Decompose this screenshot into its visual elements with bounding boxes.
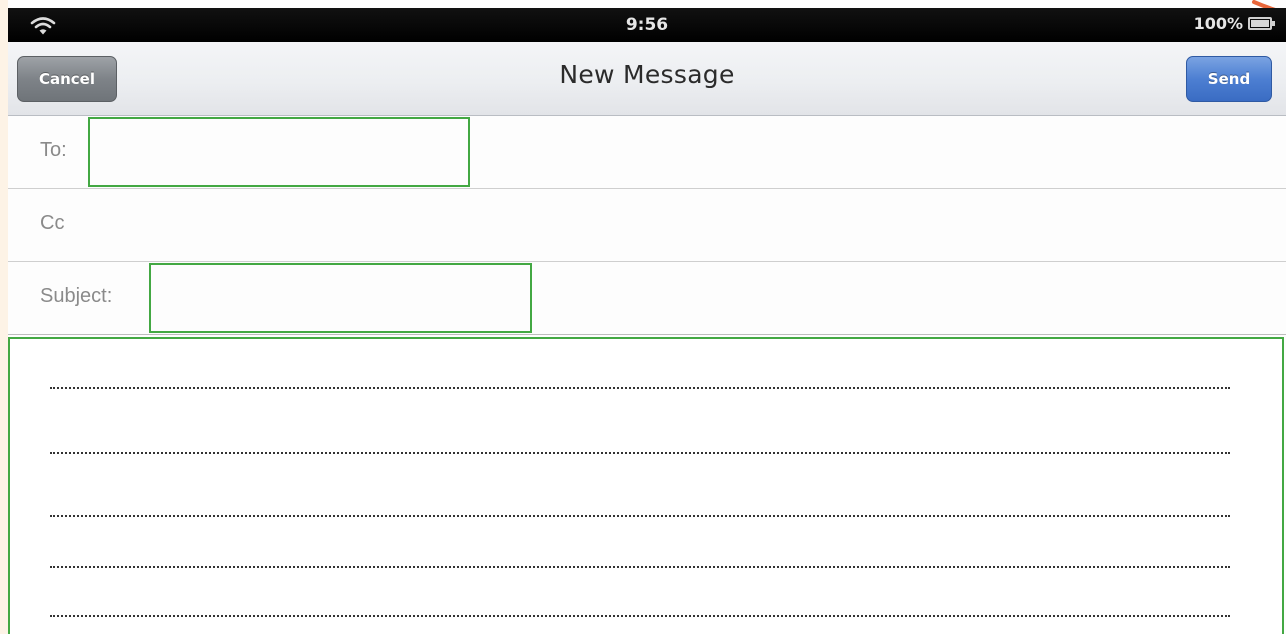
to-field-row[interactable]: To: xyxy=(8,116,1286,189)
battery-indicator: 100% xyxy=(1193,14,1275,33)
writing-line xyxy=(50,615,1230,617)
battery-icon xyxy=(1248,17,1275,30)
send-button[interactable]: Send xyxy=(1186,56,1272,102)
writing-line xyxy=(50,515,1230,517)
writing-line xyxy=(50,566,1230,568)
to-label: To: xyxy=(40,139,67,161)
subject-label: Subject: xyxy=(40,285,113,307)
battery-percentage: 100% xyxy=(1193,14,1243,33)
subject-field-row[interactable]: Subject: xyxy=(8,262,1286,335)
status-time: 9:56 xyxy=(625,15,669,35)
writing-line xyxy=(50,387,1230,389)
cc-label: Cc xyxy=(40,212,65,234)
message-body-area[interactable] xyxy=(8,337,1284,634)
cc-field-row[interactable]: Cc xyxy=(8,189,1286,262)
writing-line xyxy=(50,452,1230,454)
page-title: New Message xyxy=(559,60,735,89)
subject-answer-box[interactable] xyxy=(149,263,532,333)
status-bar: 9:56 100% xyxy=(8,8,1286,42)
left-margin-strip xyxy=(0,0,8,634)
email-compose-worksheet: 9:56 100% Cancel New Message Send To: Cc… xyxy=(0,0,1286,634)
navigation-bar: Cancel New Message Send xyxy=(8,42,1286,116)
to-answer-box[interactable] xyxy=(88,117,470,187)
